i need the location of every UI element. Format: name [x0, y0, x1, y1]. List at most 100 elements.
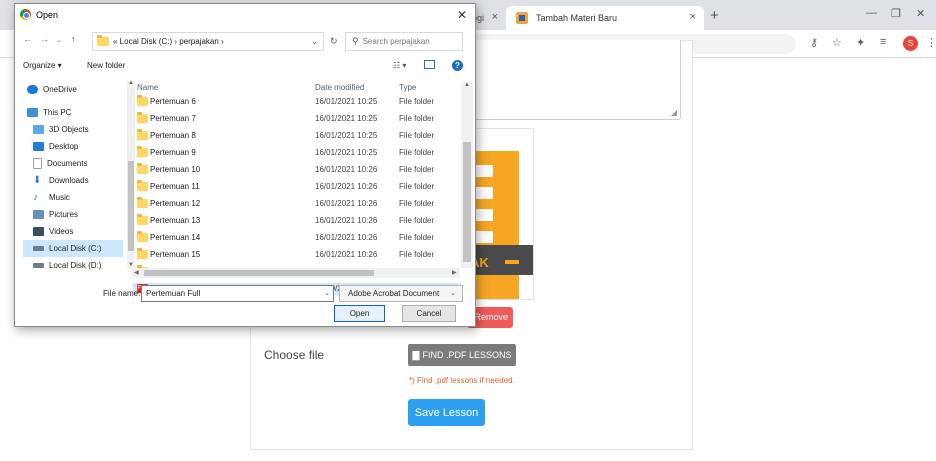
sidebar-item-label: 3D Objects	[49, 125, 89, 134]
save-lesson-button[interactable]: Save Lesson	[408, 399, 485, 426]
sidebar-item-label: Documents	[47, 159, 88, 168]
browser-menu-icon[interactable]: ⋮	[926, 36, 936, 49]
file-list-horizontal-thumb[interactable]	[144, 270, 374, 276]
tab-title: Tambah Materi Baru	[536, 13, 618, 23]
reading-list-icon[interactable]: ≡	[880, 36, 886, 48]
navigation-bar: ← → ⌄ ↑ « Local Disk (C:) › perpajakan ›…	[15, 26, 475, 54]
file-row[interactable]: Pertemuan 15 16/01/2021 10:26 File folder	[133, 248, 461, 260]
chrome-logo-icon	[20, 9, 31, 20]
file-type-select[interactable]: Adobe Acrobat Document ⌄	[339, 285, 463, 302]
file-type: File folder	[399, 199, 435, 208]
download-icon: ⬇	[33, 175, 42, 186]
file-row[interactable]: Pertemuan 9 16/01/2021 10:25 File folder	[133, 146, 461, 158]
file-list-scroll-thumb[interactable]	[463, 142, 471, 262]
file-type: File folder	[399, 216, 435, 225]
help-icon[interactable]: ?	[452, 60, 463, 71]
find-pdf-lessons-button[interactable]: ▇ FIND .PDF LESSONS	[408, 344, 516, 366]
scroll-left-icon[interactable]: ◀	[134, 269, 139, 276]
refresh-icon[interactable]: ↻	[330, 36, 338, 47]
file-row[interactable]: Pertemuan 12 16/01/2021 10:26 File folder	[133, 197, 461, 209]
search-input[interactable]: ⚲ Search perpajakan	[345, 32, 463, 51]
key-icon[interactable]: ⚷	[810, 36, 818, 49]
profile-avatar[interactable]: S	[903, 36, 918, 51]
folder-icon	[137, 95, 148, 106]
file-row[interactable]: Pertemuan 14 16/01/2021 10:26 File folder	[133, 231, 461, 243]
sidebar-item-videos[interactable]: Videos	[23, 223, 123, 240]
extensions-icon[interactable]: ✦	[856, 36, 865, 49]
file-date-modified: 16/01/2021 10:25	[315, 131, 378, 140]
chevron-down-icon[interactable]: ⌄	[324, 286, 330, 301]
restore-icon[interactable]: ❐	[891, 7, 901, 20]
sidebar-item-documents[interactable]: Documents	[23, 155, 123, 172]
file-name-label: File name:	[103, 289, 141, 298]
sidebar-item-local-disk-c[interactable]: Local Disk (C:)	[23, 240, 123, 257]
file-list-horizontal-scrollbar[interactable]: ◀ ▶	[132, 268, 460, 278]
view-options-icon[interactable]: ☷ ▾	[393, 61, 406, 70]
column-header-type[interactable]: Type	[399, 83, 416, 92]
sidebar-item-label: Videos	[49, 227, 74, 236]
file-row[interactable]: Pertemuan 7 16/01/2021 10:25 File folder	[133, 112, 461, 124]
resize-grip-icon[interactable]: ◢	[671, 108, 677, 117]
window-close-icon[interactable]: ✕	[916, 7, 925, 20]
sidebar-item-desktop[interactable]: Desktop	[23, 138, 123, 155]
search-placeholder: Search perpajakan	[362, 37, 430, 46]
minimize-icon[interactable]: —	[866, 7, 877, 19]
file-list: Name Date modified Type Pertemuan 6 16/01…	[133, 83, 474, 295]
preview-pane-icon[interactable]	[424, 60, 435, 69]
sidebar-item-label: This PC	[43, 108, 72, 117]
open-button[interactable]: Open	[334, 305, 385, 322]
file-list-vertical-scrollbar[interactable]: ▲	[461, 82, 473, 268]
cancel-button[interactable]: Cancel	[402, 305, 456, 322]
scroll-up-icon[interactable]: ▲	[464, 82, 470, 88]
file-date-modified: 16/01/2021 10:26	[315, 165, 378, 174]
sidebar-item-pictures[interactable]: Pictures	[23, 206, 123, 223]
sidebar-item-label: Downloads	[49, 176, 89, 185]
file-row[interactable]: Pertemuan 13 16/01/2021 10:26 File folder	[133, 214, 461, 226]
chevron-down-icon[interactable]: ⌄	[311, 37, 318, 46]
desktop-icon	[33, 142, 44, 151]
browser-tab-tambah-materi[interactable]: Tambah Materi Baru ×	[506, 6, 704, 30]
scroll-right-icon[interactable]: ▶	[452, 269, 457, 276]
tab-close-icon[interactable]: ×	[690, 11, 696, 23]
picture-icon	[33, 210, 44, 219]
folder-path[interactable]: « Local Disk (C:) › perpajakan ›	[113, 37, 224, 46]
sidebar-item-label: Local Disk (C:)	[49, 244, 102, 253]
file-date-modified: 16/01/2021 10:26	[315, 199, 378, 208]
sidebar-item-onedrive[interactable]: OneDrive	[23, 81, 123, 98]
up-arrow-icon[interactable]: ↑	[71, 34, 76, 44]
new-tab-button[interactable]: +	[710, 7, 719, 24]
forward-arrow-icon[interactable]: →	[40, 34, 49, 44]
bookmark-star-icon[interactable]: ☆	[832, 36, 842, 49]
file-row[interactable]: Pertemuan 6 16/01/2021 10:25 File folder	[133, 95, 461, 107]
folder-icon	[137, 197, 148, 208]
sidebar-item-label: Desktop	[49, 142, 79, 151]
file-name-value: Pertemuan Full	[146, 289, 201, 298]
back-arrow-icon[interactable]: ←	[23, 34, 32, 44]
column-header-name[interactable]: Name	[137, 83, 158, 92]
sidebar-item-music[interactable]: ♪ Music	[23, 189, 123, 206]
sidebar-item-downloads[interactable]: ⬇ Downloads	[23, 172, 123, 189]
file-name: Pertemuan 7	[150, 114, 196, 123]
file-icon: ▇	[412, 349, 420, 360]
file-name-input[interactable]: Pertemuan Full ⌄	[141, 285, 334, 302]
folder-icon	[137, 231, 148, 242]
file-row[interactable]: Pertemuan 8 16/01/2021 10:25 File folder	[133, 129, 461, 141]
sidebar-item-local-disk-d[interactable]: Local Disk (D:)	[23, 257, 123, 274]
organize-menu[interactable]: Organize ▾	[23, 61, 62, 70]
folder-icon	[137, 214, 148, 225]
dialog-close-icon[interactable]: ✕	[457, 8, 467, 22]
pdf-note: *) Find .pdf lessons if needed.	[409, 376, 515, 385]
file-row[interactable]: Pertemuan 11 16/01/2021 10:26 File folder	[133, 180, 461, 192]
column-header-date[interactable]: Date modified	[315, 83, 364, 92]
file-row[interactable]: Pertemuan 10 16/01/2021 10:26 File folder	[133, 163, 461, 175]
new-folder-button[interactable]: New folder	[87, 61, 125, 70]
sidebar-item-this-pc[interactable]: This PC	[23, 104, 123, 121]
folder-icon	[137, 163, 148, 174]
sidebar-item-3d-objects[interactable]: 3D Objects	[23, 121, 123, 138]
music-icon: ♪	[33, 192, 38, 203]
tab-close-icon[interactable]: ×	[492, 11, 498, 23]
recent-locations-icon[interactable]: ⌄	[56, 36, 62, 44]
file-type: File folder	[399, 165, 435, 174]
chevron-down-icon[interactable]: ⌄	[450, 286, 456, 301]
folder-path-box[interactable]: « Local Disk (C:) › perpajakan › ⌄	[92, 32, 324, 51]
